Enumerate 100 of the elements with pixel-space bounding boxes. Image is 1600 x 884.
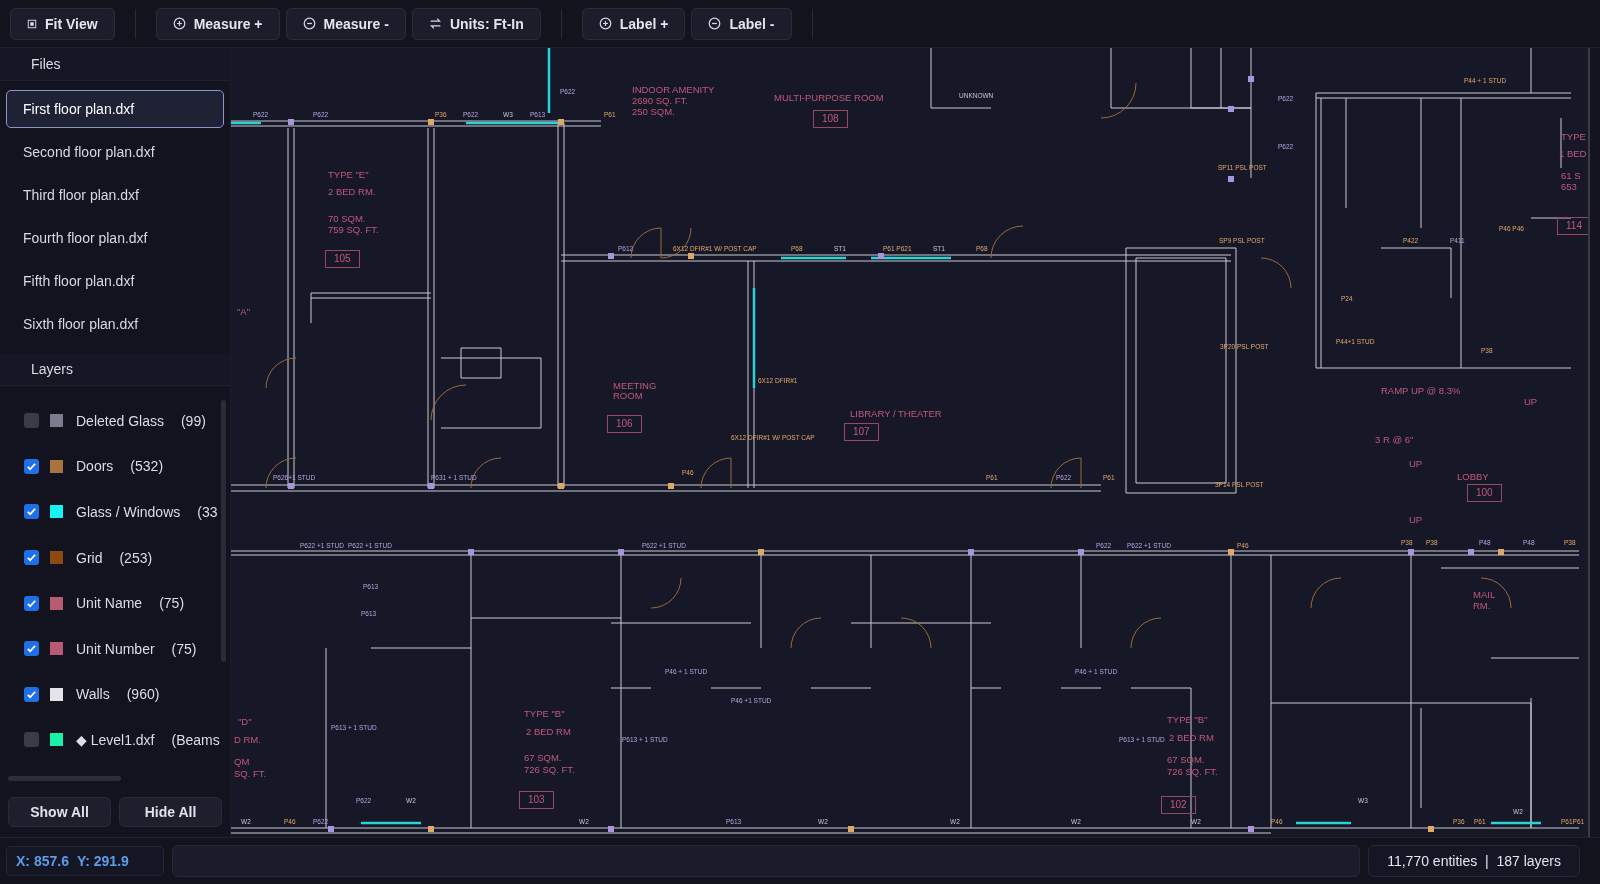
unit-number: 114 [1557,217,1588,235]
cursor-x: X: 857.6 [16,853,69,869]
room-label: INDOOR AMENITY [632,85,715,95]
toolbar-button[interactable]: Units: Ft-In [411,7,541,40]
layer-count: (Beams [171,731,220,748]
scrollbar-thumb[interactable] [8,776,121,781]
zoom-out-icon [302,17,316,30]
room-label: UP [1409,459,1423,469]
layer-name: ◆ Level1.dxf [76,731,155,748]
files-header: Files [0,48,230,81]
layer-count: (33 [197,504,218,520]
room-label: RM. [1473,601,1491,611]
file-item[interactable]: Fifth floor plan.dxf [6,262,224,300]
fit-view-icon [27,18,37,29]
layer-checkbox[interactable] [24,550,39,566]
room-label: "D" [238,717,252,727]
room-label: 726 SQ. FT. [1167,767,1218,777]
unit-number: 105 [325,250,360,268]
check-icon [26,552,37,564]
layer-checkbox[interactable] [24,413,39,429]
check-icon [26,597,37,609]
unit-number: 106 [607,415,642,433]
toolbar-button[interactable]: Measure + [155,7,280,40]
unit-number: 103 [519,791,554,809]
layer-checkbox[interactable] [24,595,39,611]
unit-number: 107 [844,423,879,441]
unit-number: 100 [1467,484,1502,502]
toolbar-button[interactable]: Measure - [285,7,406,40]
layer-count: (99) [180,412,206,429]
layer-name: Unit Number [76,640,155,657]
toolbar-button[interactable]: Fit View [10,7,115,40]
file-item[interactable]: Sixth floor plan.dxf [6,305,224,343]
layer-checkbox[interactable] [24,458,39,474]
room-label: 70 SQM. [328,214,366,224]
toolbar-button[interactable]: Label + [581,7,686,40]
room-label: RAMP UP @ 8.3% [1381,386,1461,396]
scrollbar-thumb[interactable] [221,400,226,662]
layer-checkbox[interactable] [24,686,39,702]
room-label: LIBRARY / THEATER [850,409,942,419]
layer-name: Doors [76,458,114,475]
entity-summary: 11,770 entities | 187 layers [1368,845,1580,877]
room-label: 2 BED RM. [328,187,376,197]
file-item[interactable]: Fourth floor plan.dxf [6,219,224,257]
layer-name: Walls [76,686,110,703]
room-label: 3 R @ 6" [1375,435,1414,445]
room-label: TYPE "B" [1167,715,1208,725]
room-label: 2690 SQ. FT. [632,96,688,106]
room-label: 726 SQ. FT. [524,765,575,775]
swap-arrows-icon [428,17,442,30]
check-icon [26,506,37,518]
room-label: TYPE "B" [524,709,565,719]
layer-visibility-button[interactable]: Hide All [119,797,222,827]
room-label: MEETING [613,381,657,391]
layer-count: (253) [119,549,153,566]
room-label: 759 SQ. FT. [328,225,379,235]
layer-count: (960) [126,686,160,703]
room-label: 2 BED RM [526,727,571,737]
layer-name: Deleted Glass [76,412,164,429]
file-item[interactable]: Second floor plan.dxf [6,133,224,171]
room-label: SQ. FT. [234,769,267,779]
unit-number: 108 [813,110,848,128]
layer-name: Unit Name [76,595,143,612]
check-icon [26,688,37,700]
file-item[interactable]: First floor plan.dxf [6,90,224,128]
layer-checkbox[interactable] [24,504,39,520]
room-label: LOBBY [1457,472,1489,482]
room-label: UP [1409,515,1423,525]
toolbar-button[interactable]: Label - [691,7,792,40]
cursor-y: Y: 291.9 [76,853,129,869]
room-label: TYPE [1561,132,1586,142]
zoom-out-icon [708,17,722,30]
file-item[interactable]: Third floor plan.dxf [6,176,224,214]
room-label: 61 S [1561,171,1581,181]
layer-visibility-button[interactable]: Show All [8,797,111,827]
layer-name: Glass / Windows [76,504,181,520]
layer-name: Grid [76,549,103,566]
room-label: 1 BED [1559,149,1587,159]
layer-checkbox[interactable] [24,732,39,748]
layers-header: Layers [0,353,230,386]
layer-count: (75) [171,640,197,657]
room-label: 250 SQM. [632,107,675,117]
room-label: UP [1524,397,1538,407]
room-label: MULTI-PURPOSE ROOM [774,93,884,103]
room-label: 2 BED RM [1169,733,1214,743]
check-icon [26,460,37,472]
room-label: D RM. [234,735,261,745]
room-label: 67 SQM. [1167,755,1205,765]
check-icon [26,643,37,655]
room-label: MAIL [1473,590,1496,600]
room-label: QM [234,757,250,767]
zoom-in-icon [598,17,612,30]
unit-number: 102 [1161,796,1196,814]
layer-count: (75) [159,595,185,612]
room-label: 67 SQM. [524,753,562,763]
room-label: TYPE "E" [328,170,369,180]
room-label: 653 [1561,182,1577,192]
room-label: ROOM [613,391,643,401]
layer-checkbox[interactable] [24,641,39,657]
room-label: "A" [237,307,251,317]
zoom-in-icon [172,17,186,30]
